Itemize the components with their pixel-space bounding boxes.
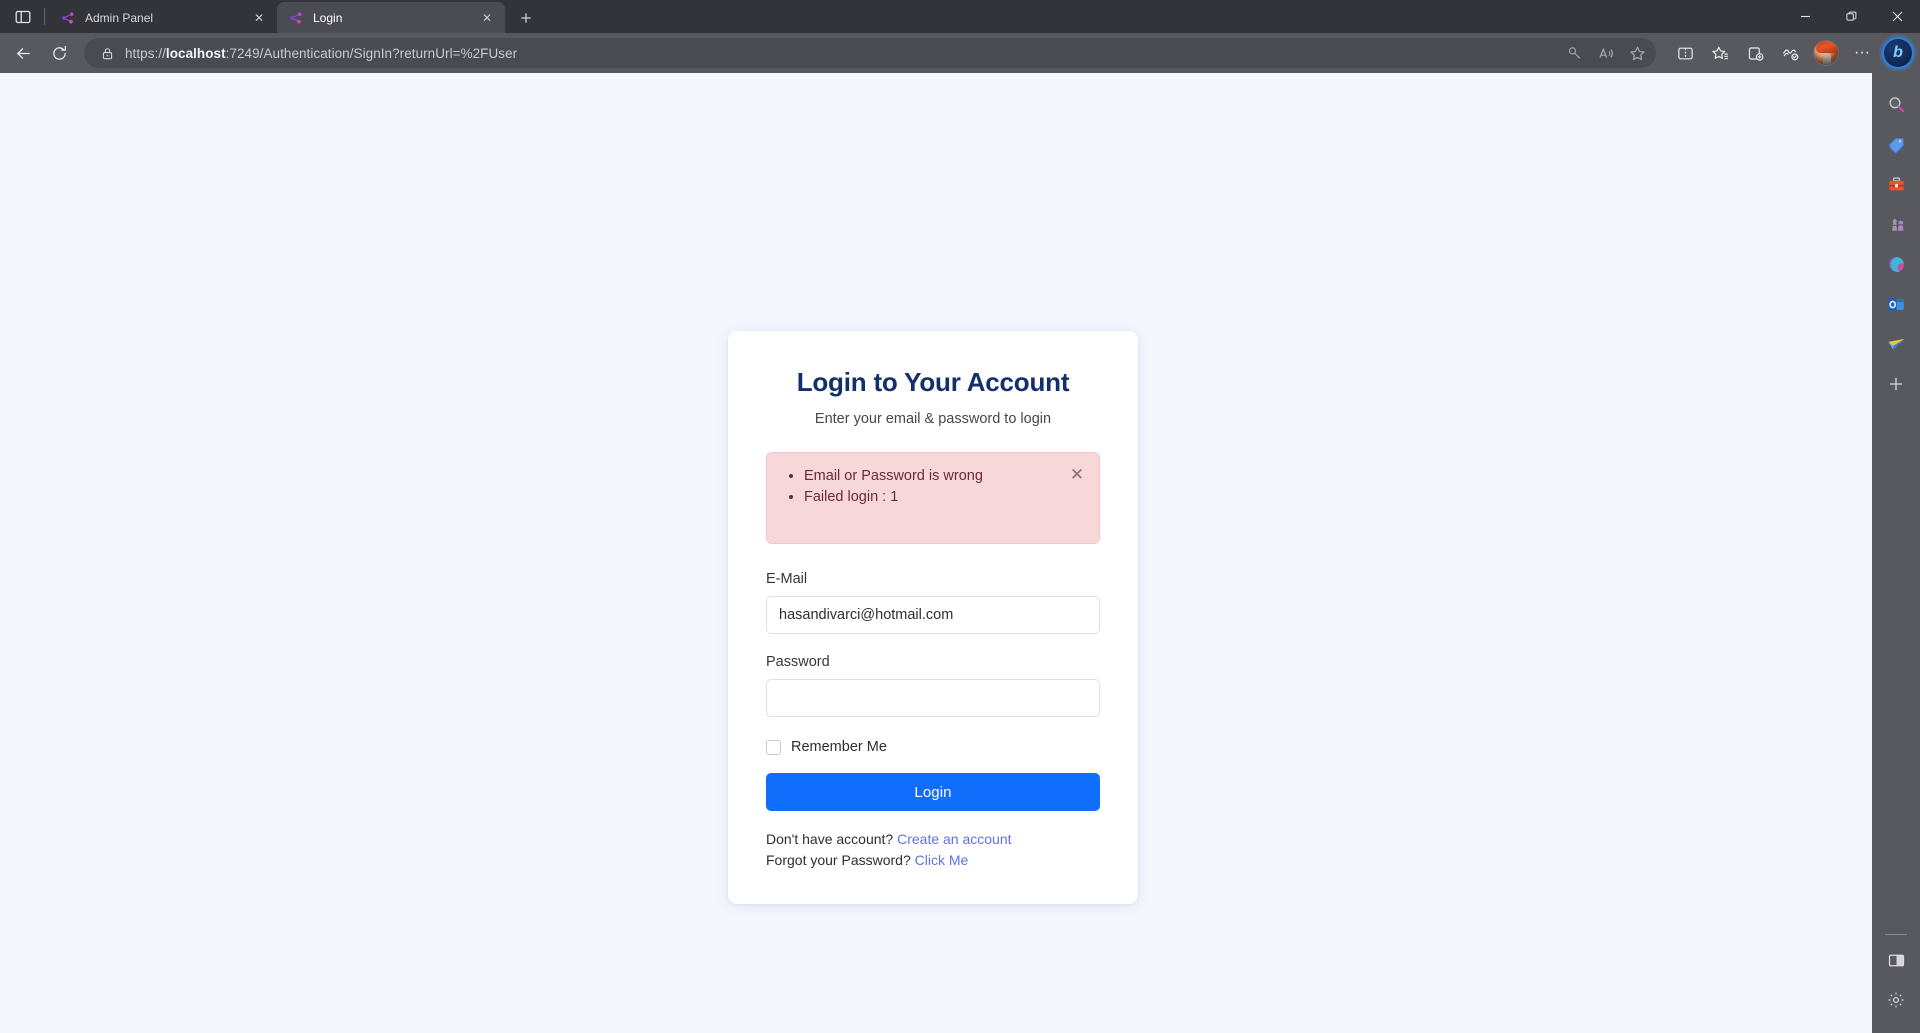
back-arrow-icon[interactable]: [6, 37, 40, 69]
browser-essentials-icon[interactable]: [1773, 37, 1807, 69]
sidebar-tools-icon[interactable]: [1879, 167, 1913, 201]
window-controls: [1782, 0, 1920, 33]
toolbar-right-actions: ··· b: [1668, 37, 1914, 69]
error-alert-item: Email or Password is wrong: [804, 466, 1083, 487]
tab-title: Admin Panel: [85, 10, 154, 25]
forgot-password-row: Forgot your Password? Click Me: [766, 850, 1100, 871]
close-icon[interactable]: ✕: [1068, 465, 1086, 483]
settings-and-more-icon[interactable]: ···: [1845, 37, 1879, 69]
tab-close-icon[interactable]: ✕: [249, 8, 269, 28]
sidebar-divider: [1885, 934, 1907, 935]
address-bar-actions: [1560, 40, 1652, 66]
email-label: E-Mail: [766, 571, 808, 587]
forgot-prefix: Forgot your Password?: [766, 851, 911, 868]
address-bar-url: https://localhost:7249/Authentication/Si…: [125, 45, 518, 61]
sidebar-settings-gear-icon[interactable]: [1879, 983, 1913, 1017]
new-tab-button[interactable]: [511, 3, 541, 32]
browser-window: Admin Panel ✕ Login ✕ https://localhost:…: [0, 0, 1920, 1033]
sidebar-outlook-icon[interactable]: [1879, 287, 1913, 321]
sidebar-split-pane-icon[interactable]: [1879, 943, 1913, 977]
password-key-icon[interactable]: [1560, 40, 1590, 66]
tab-panel-icon[interactable]: [4, 1, 42, 32]
signup-prefix: Don't have account?: [766, 831, 894, 847]
edge-sidebar: [1872, 73, 1920, 1033]
remember-me-label: Remember Me: [791, 739, 887, 755]
tab-strip: Admin Panel ✕ Login ✕: [0, 0, 1920, 33]
password-field[interactable]: [766, 679, 1100, 717]
sidebar-add-icon[interactable]: [1879, 367, 1913, 401]
collections-icon[interactable]: [1738, 37, 1772, 69]
sidebar-send-icon[interactable]: [1879, 327, 1913, 361]
login-card: Login to Your Account Enter your email &…: [728, 331, 1138, 905]
remember-me-row[interactable]: Remember Me: [766, 739, 1100, 755]
content-row: Login to Your Account Enter your email &…: [0, 73, 1920, 1033]
copilot-bing-icon[interactable]: b: [1884, 39, 1912, 67]
error-alert-item: Failed login : 1: [804, 487, 1083, 508]
minimize-button[interactable]: [1782, 0, 1828, 33]
password-label: Password: [766, 654, 830, 670]
remember-me-checkbox[interactable]: [766, 739, 781, 755]
tab-strip-divider: [44, 8, 45, 25]
share-nodes-icon: [288, 10, 304, 26]
login-button[interactable]: Login: [766, 773, 1100, 811]
close-window-button[interactable]: [1874, 0, 1920, 33]
sidebar-shopping-icon[interactable]: [1879, 127, 1913, 161]
error-alert-list: Email or Password is wrong Failed login …: [804, 466, 1083, 508]
share-nodes-icon: [60, 10, 76, 26]
split-screen-icon[interactable]: [1668, 37, 1702, 69]
profile-avatar[interactable]: [1813, 40, 1839, 66]
browser-toolbar: https://localhost:7249/Authentication/Si…: [0, 33, 1920, 73]
edge-sidebar-bottom: [1879, 930, 1913, 1023]
tab-title: Login: [313, 10, 343, 25]
email-field[interactable]: [766, 596, 1100, 634]
signup-row: Don't have account? Create an account: [766, 829, 1100, 850]
page-viewport: Login to Your Account Enter your email &…: [0, 73, 1872, 1033]
restore-button[interactable]: [1828, 0, 1874, 33]
favorites-icon[interactable]: [1703, 37, 1737, 69]
tab-login[interactable]: Login ✕: [277, 2, 505, 33]
tab-close-icon[interactable]: ✕: [477, 8, 497, 28]
address-bar[interactable]: https://localhost:7249/Authentication/Si…: [84, 38, 1656, 68]
refresh-icon[interactable]: [42, 37, 76, 69]
forgot-password-link[interactable]: Click Me: [915, 852, 969, 868]
sidebar-games-icon[interactable]: [1879, 207, 1913, 241]
create-account-link[interactable]: Create an account: [897, 831, 1011, 847]
favorite-star-icon[interactable]: [1622, 40, 1652, 66]
page-title: Login to Your Account: [796, 367, 1070, 397]
lock-icon: [96, 47, 118, 60]
tab-admin-panel[interactable]: Admin Panel ✕: [49, 2, 277, 33]
error-alert: Email or Password is wrong Failed login …: [766, 452, 1100, 544]
page-subtitle: Enter your email & password to login: [814, 411, 1052, 427]
read-aloud-icon[interactable]: [1591, 40, 1621, 66]
sidebar-microsoft365-icon[interactable]: [1879, 247, 1913, 281]
sidebar-search-icon[interactable]: [1879, 87, 1913, 121]
